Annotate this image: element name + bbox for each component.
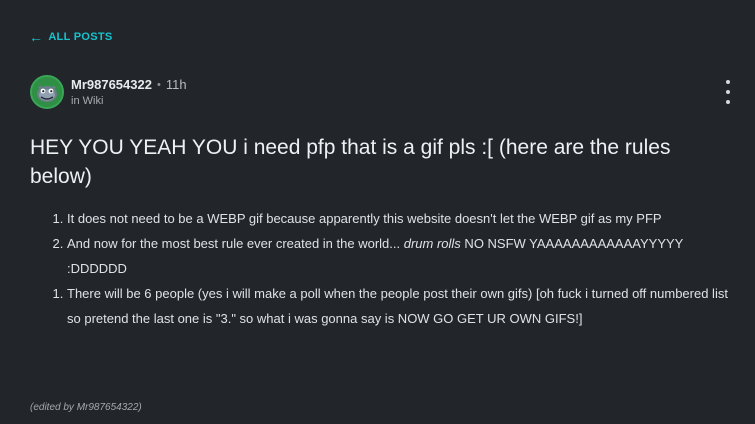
- list-item: And now for the most best rule ever crea…: [67, 231, 745, 281]
- all-posts-link[interactable]: ← ALL POSTS: [29, 30, 113, 44]
- post-location: in Wiki: [71, 94, 104, 107]
- monster-avatar-icon: [32, 77, 62, 107]
- post-time: 11h: [165, 76, 187, 92]
- meta-separator: •: [156, 78, 161, 91]
- list-item: It does not need to be a WEBP gif becaus…: [67, 206, 745, 231]
- rule-2-text-italic: drum rolls: [403, 236, 461, 251]
- author-username[interactable]: Mr987654322: [71, 77, 152, 93]
- rules-list-secondary: There will be 6 people (yes i will make …: [30, 281, 745, 331]
- rule-1-text: It does not need to be a WEBP gif becaus…: [67, 211, 662, 226]
- rules-list-primary: It does not need to be a WEBP gif becaus…: [30, 206, 745, 281]
- post-title: HEY YOU YEAH YOU i need pfp that is a gi…: [30, 136, 671, 188]
- rule-2-text-before: And now for the most best rule ever crea…: [67, 236, 404, 251]
- kebab-menu-icon[interactable]: [721, 80, 735, 104]
- list-item: There will be 6 people (yes i will make …: [67, 281, 745, 331]
- post-body: It does not need to be a WEBP gif becaus…: [30, 206, 745, 331]
- avatar[interactable]: [30, 75, 64, 109]
- post-meta: Mr987654322 • 11h in Wiki: [71, 77, 187, 108]
- edited-note: (edited by Mr987654322): [30, 402, 142, 413]
- all-posts-label: ALL POSTS: [48, 31, 113, 43]
- arrow-left-icon: ←: [29, 29, 44, 45]
- rule-3-text: There will be 6 people (yes i will make …: [67, 286, 728, 326]
- post-header: Mr987654322 • 11h in Wiki: [30, 74, 735, 110]
